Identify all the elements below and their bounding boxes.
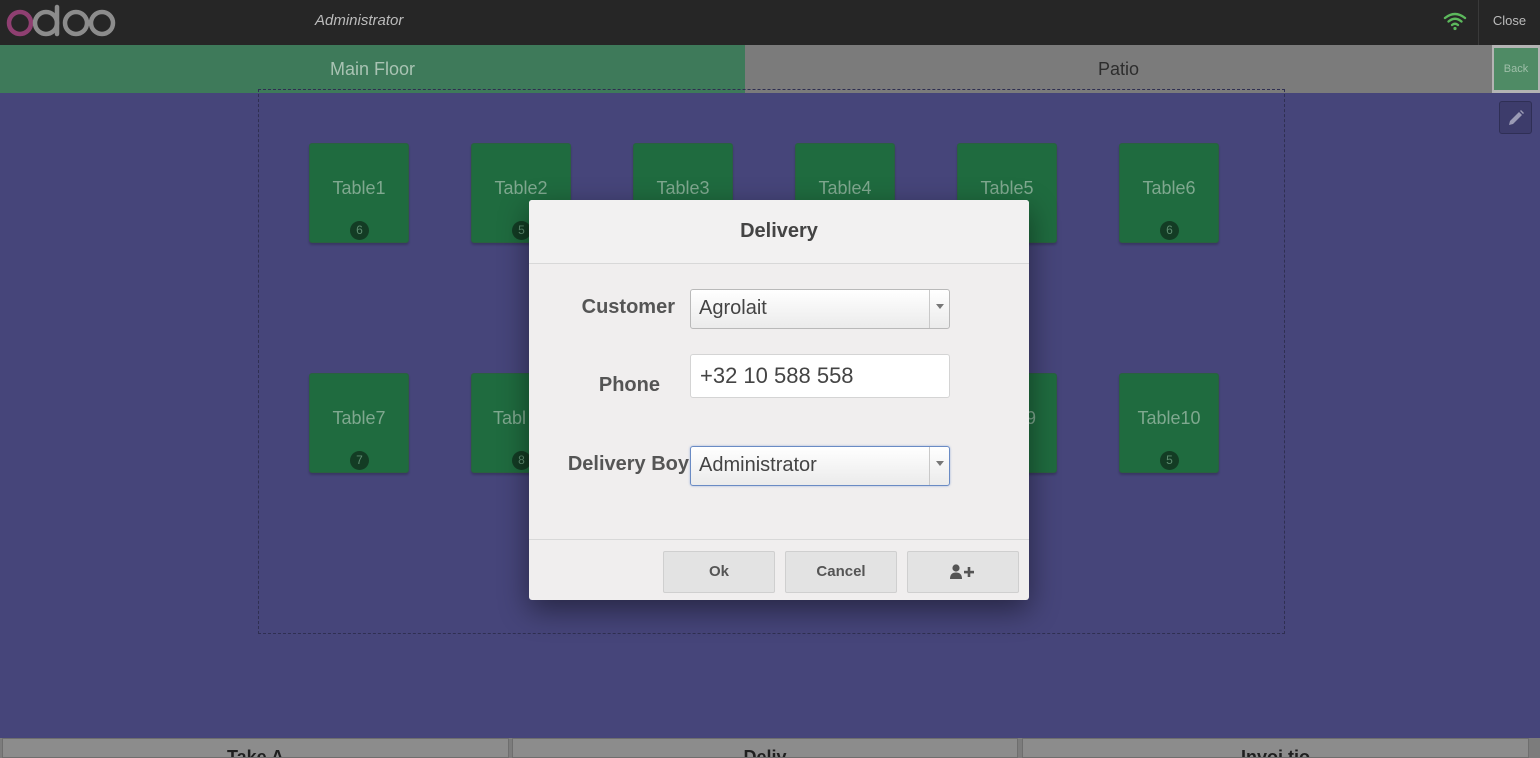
tab-main-floor[interactable]: Main Floor [0, 45, 745, 93]
customer-dropdown-toggle[interactable] [929, 290, 949, 328]
take-away-button[interactable]: Take A [2, 738, 509, 758]
customer-value: Agrolait [699, 297, 767, 319]
table-name: Table10 [1137, 408, 1201, 428]
delivery-boy-select[interactable]: Administrator [690, 446, 950, 486]
table-name: Table4 [818, 178, 872, 198]
table-seats-badge: 6 [1160, 221, 1179, 240]
delivery-boy-label: Delivery Boy [567, 453, 689, 475]
top-header: Administrator Close [0, 0, 1540, 45]
table-seats-badge: 7 [350, 451, 369, 470]
ok-button[interactable]: Ok [663, 551, 775, 593]
table-name: Table3 [656, 178, 710, 198]
add-user-icon [950, 564, 974, 579]
table-7[interactable]: Table7 7 [309, 373, 409, 473]
phone-input[interactable] [690, 354, 950, 398]
close-button[interactable]: Close [1478, 0, 1540, 45]
table-seats-badge: 5 [1160, 451, 1179, 470]
tab-patio[interactable]: Patio [745, 45, 1492, 93]
table-1[interactable]: Table1 6 [309, 143, 409, 243]
delivery-popup: Delivery Customer Agrolait Phone Deliver… [529, 200, 1029, 600]
phone-label: Phone [598, 374, 660, 396]
table-name: Table7 [332, 408, 386, 428]
cashier-name[interactable]: Administrator [315, 12, 403, 29]
odoo-logo [6, 4, 116, 37]
delivery-button[interactable]: Deliv [512, 738, 1018, 758]
chevron-down-icon [936, 461, 944, 466]
delivery-boy-dropdown-toggle[interactable] [929, 447, 949, 485]
invoice-button[interactable]: Invoi tio [1022, 738, 1529, 758]
table-name: Table2 [494, 178, 548, 198]
delivery-boy-value: Administrator [699, 454, 817, 476]
table-name: Table5 [980, 178, 1034, 198]
customer-select[interactable]: Agrolait [690, 289, 950, 329]
table-10[interactable]: Table10 5 [1119, 373, 1219, 473]
table-name: Table1 [332, 178, 386, 198]
table-name: Table6 [1142, 178, 1196, 198]
back-button[interactable]: Back [1494, 48, 1538, 90]
chevron-down-icon [936, 304, 944, 309]
floor-selector: Main Floor Patio Back [0, 45, 1540, 93]
wifi-icon [1443, 12, 1467, 31]
pencil-icon [1509, 110, 1524, 125]
cancel-button[interactable]: Cancel [785, 551, 897, 593]
popup-footer: Ok Cancel [529, 539, 1029, 600]
table-6[interactable]: Table6 6 [1119, 143, 1219, 243]
popup-title: Delivery [529, 200, 1029, 264]
table-seats-badge: 6 [350, 221, 369, 240]
customer-label: Customer [581, 296, 675, 318]
bottom-action-bar: Take A Deliv Invoi tio [0, 738, 1540, 758]
add-customer-button[interactable] [907, 551, 1019, 593]
edit-floor-button[interactable] [1499, 101, 1532, 134]
